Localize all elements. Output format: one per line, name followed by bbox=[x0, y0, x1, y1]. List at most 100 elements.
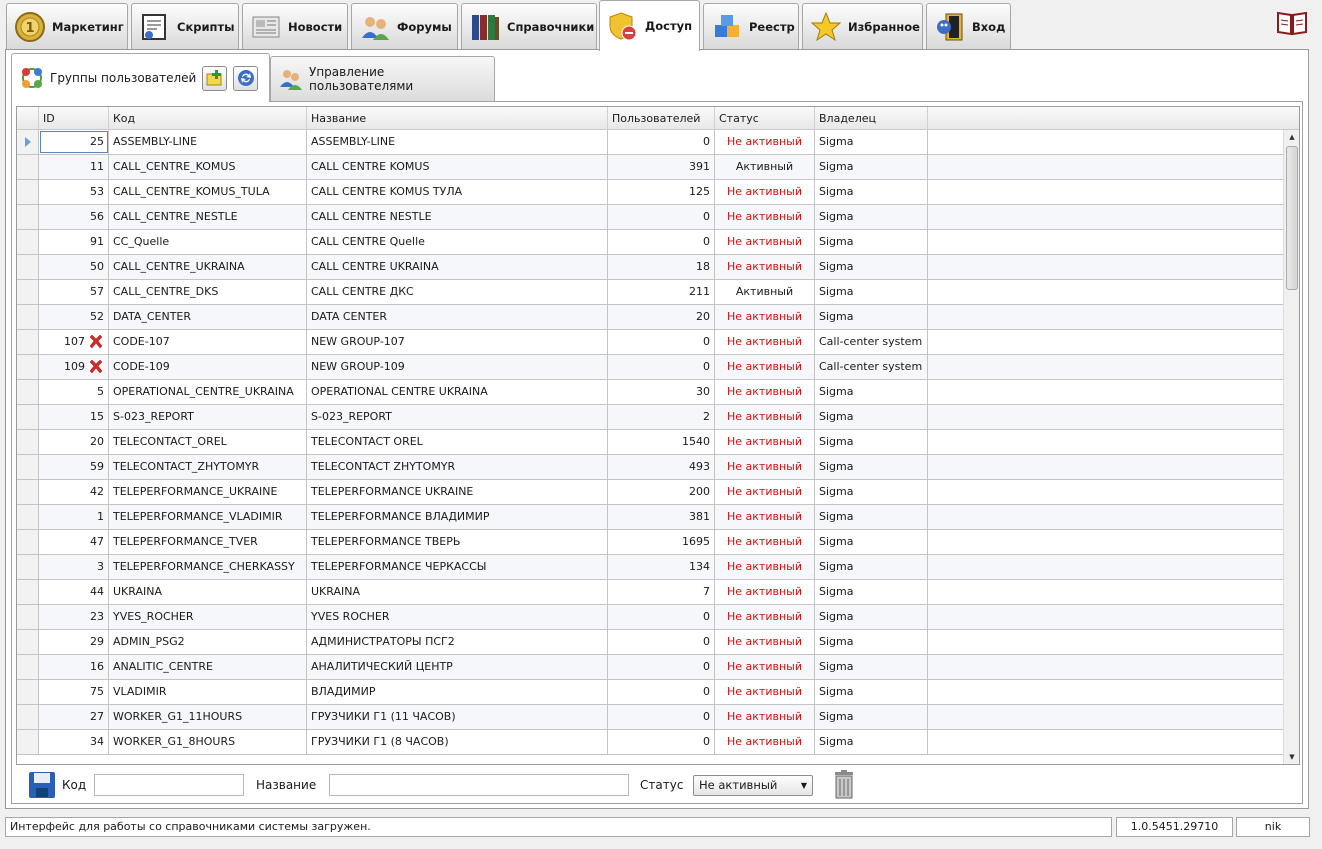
cell-users[interactable]: 0 bbox=[608, 680, 715, 704]
cell-id[interactable]: 29 bbox=[39, 630, 109, 654]
cell-id[interactable]: 53 bbox=[39, 180, 109, 204]
column-header-code[interactable]: Код bbox=[109, 107, 307, 130]
table-row[interactable]: 15 S-023_REPORT S-023_REPORT 2 Не активный Si… bbox=[17, 405, 1284, 430]
cell-status[interactable]: Активный bbox=[715, 155, 815, 179]
cell-code[interactable]: WORKER_G1_11HOURS bbox=[109, 705, 307, 729]
cell-owner[interactable]: Sigma bbox=[815, 430, 928, 454]
table-row[interactable]: 44 UKRAINA UKRAINA 7 Не активный Sigma bbox=[17, 580, 1284, 605]
cell-code[interactable]: DATA_CENTER bbox=[109, 305, 307, 329]
table-row[interactable]: 91 CC_Quelle CALL CENTRE Quelle 0 Не активны… bbox=[17, 230, 1284, 255]
cell-status[interactable]: Не активный bbox=[715, 430, 815, 454]
row-selector[interactable] bbox=[17, 405, 39, 429]
table-row[interactable]: 107 CODE-107 NEW GROUP-107 0 Не активный Call… bbox=[17, 330, 1284, 355]
row-selector[interactable] bbox=[17, 180, 39, 204]
cell-name[interactable]: CALL CENTRE UKRAINA bbox=[307, 255, 608, 279]
table-row[interactable]: 42 TELEPERFORMANCE_UKRAINE TELEPERFORMANCE… bbox=[17, 480, 1284, 505]
cell-code[interactable]: ANALITIC_CENTRE bbox=[109, 655, 307, 679]
cell-users[interactable]: 0 bbox=[608, 730, 715, 754]
table-row[interactable]: 57 CALL_CENTRE_DKS CALL CENTRE ДКС 211 Актив… bbox=[17, 280, 1284, 305]
cell-code[interactable]: TELEPERFORMANCE_UKRAINE bbox=[109, 480, 307, 504]
column-header-name[interactable]: Название bbox=[307, 107, 608, 130]
cell-status[interactable]: Не активный bbox=[715, 330, 815, 354]
row-selector[interactable] bbox=[17, 680, 39, 704]
cell-users[interactable]: 1695 bbox=[608, 530, 715, 554]
cell-code[interactable]: TELEPERFORMANCE_TVER bbox=[109, 530, 307, 554]
cell-code[interactable]: CALL_CENTRE_DKS bbox=[109, 280, 307, 304]
cell-owner[interactable]: Sigma bbox=[815, 280, 928, 304]
column-header-owner[interactable]: Владелец bbox=[815, 107, 928, 130]
tab-user-management[interactable]: Управление пользователями bbox=[270, 56, 495, 101]
cell-status[interactable]: Не активный bbox=[715, 680, 815, 704]
cell-id[interactable]: 109 bbox=[39, 355, 109, 379]
cell-code[interactable]: TELEPERFORMANCE_VLADIMIR bbox=[109, 505, 307, 529]
row-selector[interactable] bbox=[17, 555, 39, 579]
table-row[interactable]: 109 CODE-109 NEW GROUP-109 0 Не активный Call… bbox=[17, 355, 1284, 380]
cell-owner[interactable]: Sigma bbox=[815, 305, 928, 329]
row-selector[interactable] bbox=[17, 430, 39, 454]
table-row[interactable]: 75 VLADIMIR ВЛАДИМИР 0 Не активный Sigma bbox=[17, 680, 1284, 705]
cell-name[interactable]: CALL CENTRE KOMUS ТУЛА bbox=[307, 180, 608, 204]
cell-code[interactable]: VLADIMIR bbox=[109, 680, 307, 704]
cell-users[interactable]: 493 bbox=[608, 455, 715, 479]
cell-name[interactable]: АНАЛИТИЧЕСКИЙ ЦЕНТР bbox=[307, 655, 608, 679]
cell-status[interactable]: Не активный bbox=[715, 580, 815, 604]
row-selector[interactable] bbox=[17, 305, 39, 329]
cell-id[interactable]: 75 bbox=[39, 680, 109, 704]
tab-registry[interactable]: Реестр bbox=[703, 3, 799, 49]
cell-status[interactable]: Не активный bbox=[715, 705, 815, 729]
cell-status[interactable]: Не активный bbox=[715, 230, 815, 254]
row-selector[interactable] bbox=[17, 255, 39, 279]
row-selector[interactable] bbox=[17, 580, 39, 604]
row-selector[interactable] bbox=[17, 380, 39, 404]
row-selector[interactable] bbox=[17, 230, 39, 254]
table-row[interactable]: 59 TELECONTACT_ZHYTOMYR TELECONTACT ZHYTOM… bbox=[17, 455, 1284, 480]
row-selector[interactable] bbox=[17, 155, 39, 179]
cell-owner[interactable]: Sigma bbox=[815, 505, 928, 529]
table-row[interactable]: 34 WORKER_G1_8HOURS ГРУЗЧИКИ Г1 (8 ЧАСОВ) 0… bbox=[17, 730, 1284, 755]
cell-name[interactable]: NEW GROUP-109 bbox=[307, 355, 608, 379]
table-row[interactable]: 56 CALL_CENTRE_NESTLE CALL CENTRE NESTLE 0 Н… bbox=[17, 205, 1284, 230]
cell-owner[interactable]: Sigma bbox=[815, 730, 928, 754]
tab-login[interactable]: Вход bbox=[926, 3, 1011, 49]
table-row[interactable]: 27 WORKER_G1_11HOURS ГРУЗЧИКИ Г1 (11 ЧАСОВ… bbox=[17, 705, 1284, 730]
cell-name[interactable]: S-023_REPORT bbox=[307, 405, 608, 429]
cell-id[interactable]: 25 bbox=[39, 130, 109, 154]
row-selector[interactable] bbox=[17, 730, 39, 754]
cell-name[interactable]: TELEPERFORMANCE UKRAINE bbox=[307, 480, 608, 504]
cell-code[interactable]: TELECONTACT_OREL bbox=[109, 430, 307, 454]
cell-code[interactable]: YVES_ROCHER bbox=[109, 605, 307, 629]
column-header-status[interactable]: Статус bbox=[715, 107, 815, 130]
cell-status[interactable]: Не активный bbox=[715, 180, 815, 204]
cell-id[interactable]: 59 bbox=[39, 455, 109, 479]
cell-users[interactable]: 125 bbox=[608, 180, 715, 204]
code-input[interactable] bbox=[94, 774, 244, 796]
cell-users[interactable]: 2 bbox=[608, 405, 715, 429]
cell-name[interactable]: TELECONTACT ZHYTOMYR bbox=[307, 455, 608, 479]
cell-code[interactable]: TELEPERFORMANCE_CHERKASSY bbox=[109, 555, 307, 579]
cell-id[interactable]: 27 bbox=[39, 705, 109, 729]
refresh-button[interactable] bbox=[233, 65, 259, 91]
cell-id[interactable]: 5 bbox=[39, 380, 109, 404]
cell-users[interactable]: 30 bbox=[608, 380, 715, 404]
cell-owner[interactable]: Sigma bbox=[815, 155, 928, 179]
row-selector[interactable] bbox=[17, 355, 39, 379]
cell-id[interactable]: 16 bbox=[39, 655, 109, 679]
cell-name[interactable]: UKRAINA bbox=[307, 580, 608, 604]
cell-owner[interactable]: Sigma bbox=[815, 405, 928, 429]
cell-status[interactable]: Не активный bbox=[715, 730, 815, 754]
cell-id[interactable]: 91 bbox=[39, 230, 109, 254]
cell-code[interactable]: OPERATIONAL_CENTRE_UKRAINA bbox=[109, 380, 307, 404]
cell-owner[interactable]: Sigma bbox=[815, 630, 928, 654]
cell-name[interactable]: NEW GROUP-107 bbox=[307, 330, 608, 354]
cell-id[interactable]: 57 bbox=[39, 280, 109, 304]
row-selector[interactable] bbox=[17, 330, 39, 354]
cell-owner[interactable]: Sigma bbox=[815, 680, 928, 704]
tab-news[interactable]: Новости bbox=[242, 3, 348, 49]
cell-id[interactable]: 23 bbox=[39, 605, 109, 629]
cell-name[interactable]: ВЛАДИМИР bbox=[307, 680, 608, 704]
row-selector[interactable] bbox=[17, 605, 39, 629]
cell-users[interactable]: 134 bbox=[608, 555, 715, 579]
cell-name[interactable]: ASSEMBLY-LINE bbox=[307, 130, 608, 154]
tab-directories[interactable]: Справочники bbox=[461, 3, 597, 49]
cell-code[interactable]: CALL_CENTRE_NESTLE bbox=[109, 205, 307, 229]
